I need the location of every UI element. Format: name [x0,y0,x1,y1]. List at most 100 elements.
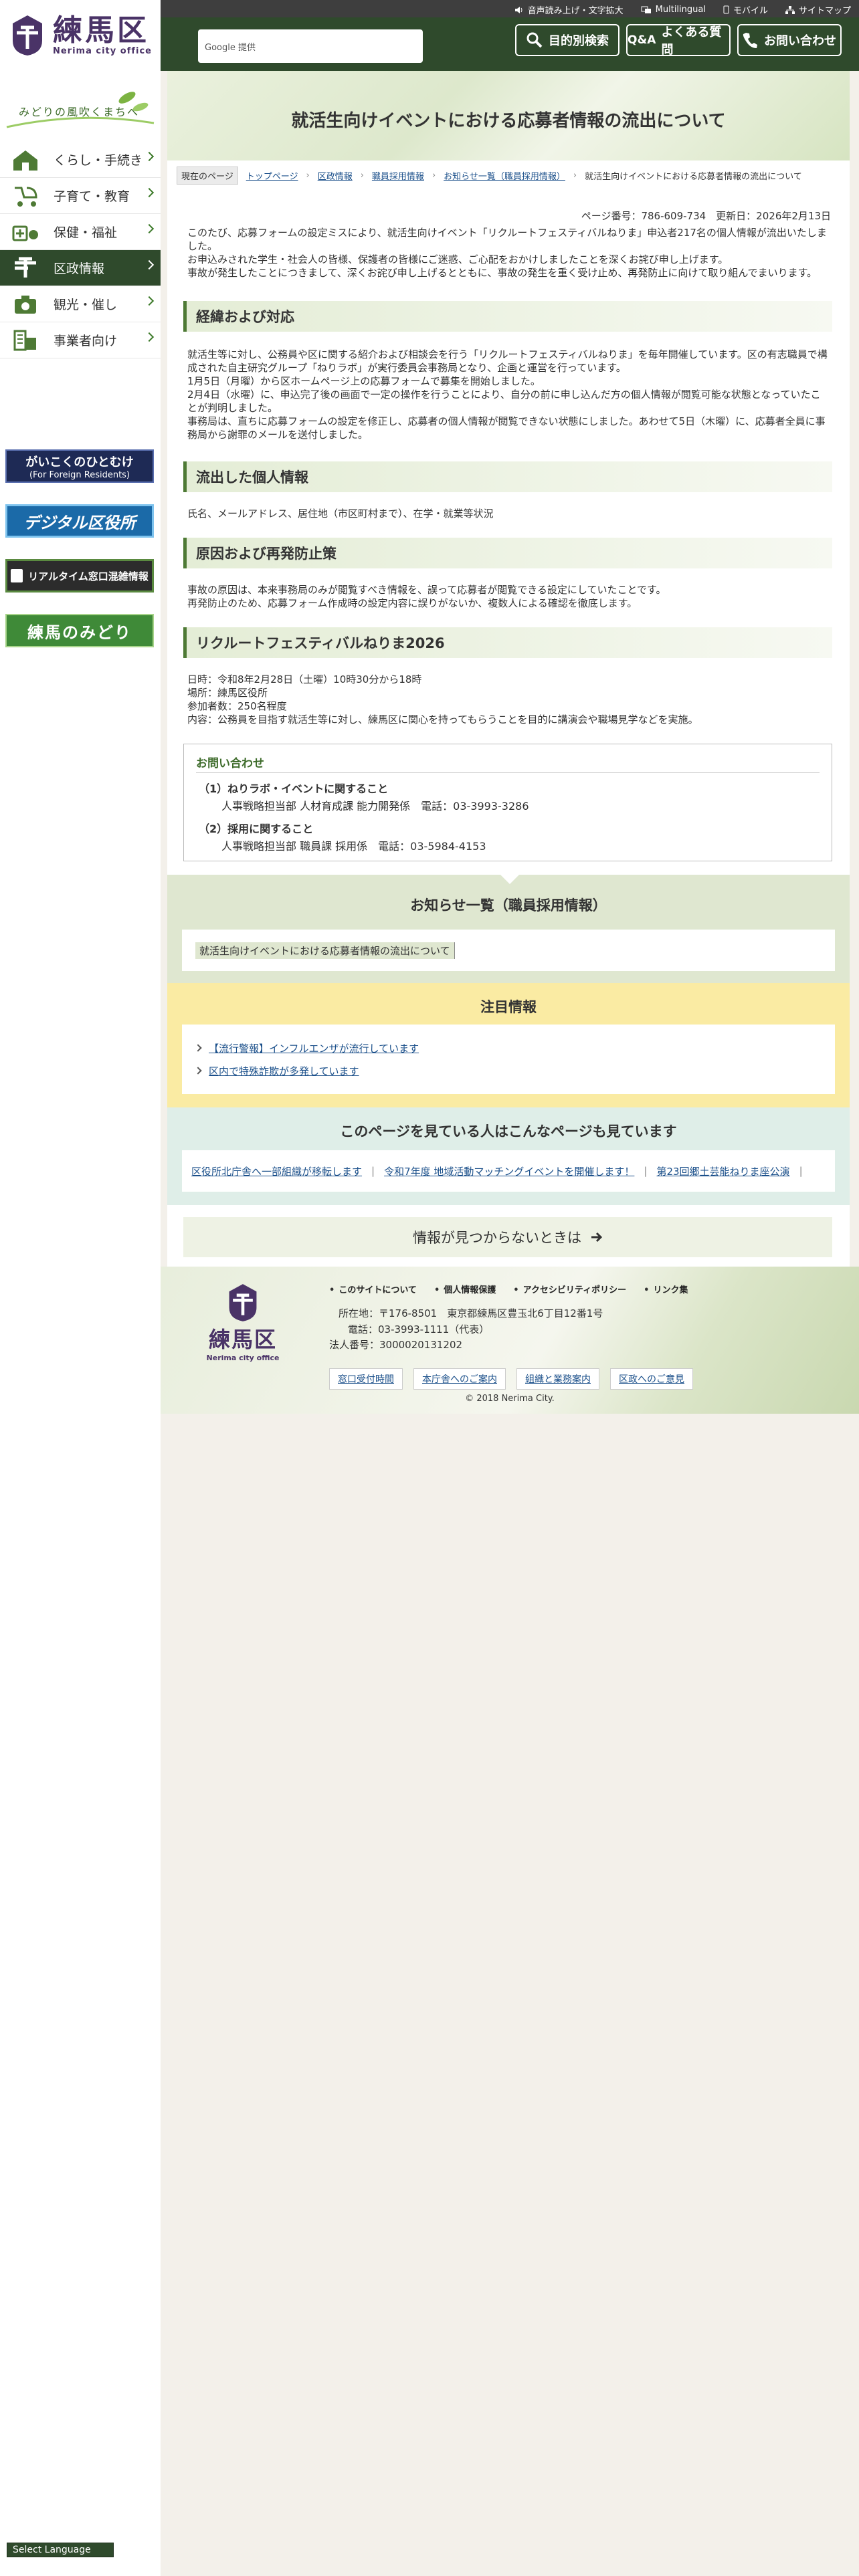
nav-item-health[interactable]: 保健・福祉 [0,214,161,250]
logo-name-ja: 練馬区 [52,13,149,47]
footer-logo[interactable]: 練馬区 Nerima city office [206,1283,280,1370]
news-list-item[interactable]: 就活生向けイベントにおける応募者情報の流出について [195,942,455,959]
utility-links: 音声読み上げ・文字拡大 Multilingual モバイル サイトマップ [514,3,851,16]
related-link[interactable]: 区役所北庁舎へ一部組織が移転します [191,1164,362,1178]
body-line: 就活生等に対し、公務員や区に関する紹介および相談会を行う「リクルートフェスティバ… [187,348,828,374]
corporate-number: 法人番号：3000020131202 [329,1339,463,1351]
body-line: 氏名、メールアドレス、居住地（市区町村まで）、在学・就業等状況 [187,508,494,520]
chevron-right-icon [144,296,155,306]
section-body: 氏名、メールアドレス、居住地（市区町村まで）、在学・就業等状況 [187,507,830,520]
footer-button[interactable]: 組織と業務案内 [516,1368,599,1390]
contact-item: （2）採用に関すること 人事戦略担当部 職員課 採用係 電話：03-5984-4… [199,821,486,855]
footer-button[interactable]: 本庁舎へのご案内 [413,1368,506,1390]
attention-link[interactable]: 【流行警報】インフルエンザが流行しています [209,1041,419,1055]
site-search-input[interactable]: Google 提供 [198,29,423,63]
section-body: 就活生等に対し、公務員や区に関する紹介および相談会を行う「リクルートフェスティバ… [187,348,830,441]
utility-link-sitemap[interactable]: サイトマップ [785,3,851,16]
footer-address: 所在地：〒176-8501 東京都練馬区豊玉北6丁目12番1号 電話：03-39… [339,1305,603,1337]
separator: | [799,1165,803,1177]
footer-link[interactable]: このサイトについて [329,1283,417,1295]
section-body: 日時：令和8年2月28日（土曜）10時30分から18時 場所：練馬区役所 参加者… [187,673,830,726]
footer-logo-name-ja: 練馬区 [208,1327,277,1352]
contact-button[interactable]: お問い合わせ [737,24,842,56]
tagline: みどりの風吹くまちへ [0,84,161,138]
nerima-emblem-icon [12,15,42,56]
nav-item-living[interactable]: くらし・手続き [0,142,161,178]
chevron-right-icon [194,1067,202,1075]
related-link[interactable]: 第23回郷土芸能ねりま座公演 [656,1164,789,1178]
footer-button[interactable]: 区政へのご意見 [610,1368,693,1390]
logo-name-en: Nerima city office [52,45,152,56]
footer-link[interactable]: リンク集 [644,1283,688,1295]
contact-item-detail: 人事戦略担当部 職員課 採用係 電話：03-5984-4153 [221,840,486,853]
site-logo[interactable]: 練馬区 Nerima city office [0,0,161,71]
intro-text: このたび、応募フォームの設定ミスにより、就活生向けイベント「リクルートフェスティ… [187,226,830,280]
tagline-text: みどりの風吹くまちへ [19,106,140,118]
news-list-title: お知らせ一覧（職員採用情報） [410,897,607,914]
attention-link[interactable]: 区内で特殊詐欺が多発しています [209,1064,359,1078]
sidebar: みどりの風吹くまちへ くらし・手続き 子育て・教育 保健・福祉 区政情報 観光・… [0,71,161,2576]
separator: | [644,1165,648,1177]
main-nav: くらし・手続き 子育て・教育 保健・福祉 区政情報 観光・催し 事業者向け [0,142,161,358]
nav-item-government[interactable]: 区政情報 [0,250,161,286]
section-heading: リクルートフェスティバルねりま2026 [183,627,832,658]
nerima-emblem-icon [229,1284,257,1321]
attention-item: 【流行警報】インフルエンザが流行しています [194,1037,822,1059]
page-meta: ページ番号：786-609-734 更新日：2026年2月13日 [581,210,831,222]
contact-box: お問い合わせ （1）ねりラボ・イベントに関すること 人事戦略担当部 人材育成課 … [183,744,832,861]
breadcrumb-here-label: 現在のページ [177,166,238,185]
breadcrumb-link-top[interactable]: トップページ [246,169,298,182]
camera-icon [9,291,41,318]
body-line: 事務局は、直ちに応募フォームの設定を修正し、応募者の個人情報が閲覧できない状態に… [187,415,826,441]
breadcrumb-link-government[interactable]: 区政情報 [318,169,353,182]
utility-link-multilingual[interactable]: Multilingual [641,3,706,16]
utility-link-mobile[interactable]: モバイル [723,3,768,16]
utility-link-speech[interactable]: 音声読み上げ・文字拡大 [514,3,624,16]
related-pages-list: 区役所北庁舎へ一部組織が移転します | 令和7年度 地域活動マッチングイベントを… [182,1150,835,1192]
speaker-icon [514,6,522,13]
breadcrumb-link-recruitment[interactable]: 職員採用情報 [372,169,424,182]
intro-line: このたび、応募フォームの設定ミスにより、就活生向けイベント「リクルートフェスティ… [187,227,827,252]
related-link[interactable]: 令和7年度 地域活動マッチングイベントを開催します！ [384,1164,634,1178]
nav-item-business[interactable]: 事業者向け [0,322,161,358]
banner-realtime-congestion[interactable]: リアルタイム窓口混雑情報 [5,559,154,593]
realtime-icon [11,569,23,582]
body-line: 場所：練馬区役所 [187,687,268,699]
breadcrumb-separator: › [573,170,577,181]
chevron-right-icon [144,332,155,342]
footer-link[interactable]: 個人情報保護 [434,1283,496,1295]
contact-item-heading: （2）採用に関すること [199,823,314,835]
footer-link[interactable]: アクセシビリティポリシー [513,1283,627,1295]
ward-emblem-icon [9,255,41,282]
divider [196,772,820,773]
faq-button[interactable]: Q&A よくある質問 [626,24,731,57]
section-heading: 経緯および対応 [183,301,832,332]
breadcrumb-link-news-list[interactable]: お知らせ一覧（職員採用情報） [444,169,565,182]
not-found-button[interactable]: 情報が見つからないときは [183,1217,832,1257]
breadcrumb-current: 就活生向けイベントにおける応募者情報の流出について [585,171,802,182]
separator: | [371,1165,375,1177]
purpose-search-button[interactable]: 目的別検索 [515,24,619,56]
attention-item: 区内で特殊詐欺が多発しています [194,1059,822,1082]
nav-item-childcare[interactable]: 子育て・教育 [0,178,161,214]
banner-foreign-residents[interactable]: がいこくのひとむけ (For Foreign Residents) [5,449,154,483]
attention-list: 【流行警報】インフルエンザが流行しています 区内で特殊詐欺が多発しています [182,1025,835,1094]
building-icon [9,327,41,354]
banner-nerima-green[interactable]: 練馬のみどり [5,614,154,647]
intro-line: 事故が発生したことにつきまして、深くお詫び申し上げるとともに、事故の発生を重く受… [187,267,818,279]
body-line: 内容：公務員を目指す就活生等に対し、練馬区に関心を持ってもらうことを目的に講演会… [187,714,698,726]
breadcrumb-separator: › [360,170,364,181]
banner-digital-office[interactable]: デジタル区役所 [5,504,154,538]
intro-line: お申込みされた学生・社会人の皆様、保護者の皆様にご迷惑、ご心配をおかけしましたこ… [187,253,729,265]
search-placeholder: Google 提供 [205,42,256,53]
chevron-right-icon [144,223,155,234]
footer-buttons: 窓口受付時間 本庁舎へのご案内 組織と業務案内 区政へのご意見 [329,1368,693,1390]
breadcrumb-separator: › [306,170,310,181]
footer: 練馬区 Nerima city office このサイトについて 個人情報保護 … [161,1267,859,1414]
nav-item-tourism[interactable]: 観光・催し [0,286,161,322]
language-select[interactable]: Select Language [7,2543,114,2557]
footer-button[interactable]: 窓口受付時間 [329,1368,403,1390]
chevron-right-icon [194,1044,202,1052]
section-body: 事故の原因は、本来事務局のみが閲覧すべき情報を、誤って応募者が閲覧できる設定にし… [187,583,830,610]
attention-title: 注目情報 [480,999,537,1015]
